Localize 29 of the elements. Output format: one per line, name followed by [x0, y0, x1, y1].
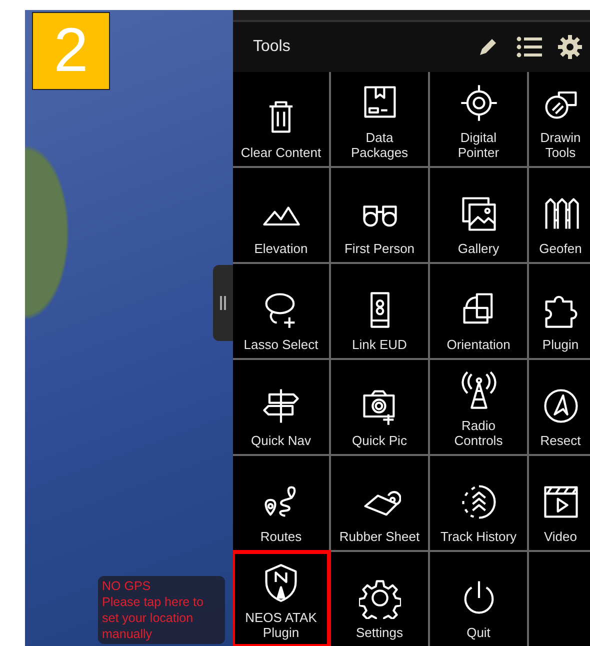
tool-tile[interactable]: Video	[529, 456, 590, 550]
tool-tile[interactable]: Track History	[430, 456, 527, 550]
tool-tile[interactable]: Quit	[430, 552, 527, 646]
tool-tile[interactable]: Orientation	[430, 264, 527, 358]
handle-grip-icon	[218, 296, 228, 310]
tool-tile[interactable]: Clear Content	[233, 72, 329, 166]
tool-tile[interactable]: Routes	[233, 456, 329, 550]
tool-tile[interactable]: Quick Pic	[331, 360, 428, 454]
tool-tile[interactable]: Elevation	[233, 168, 329, 262]
list-icon[interactable]	[516, 36, 542, 58]
settings-gear-icon	[358, 577, 400, 619]
tool-tile[interactable]: Drawin Tools	[529, 72, 590, 166]
tool-tile[interactable]: Lasso Select	[233, 264, 329, 358]
tool-tile[interactable]: Data Packages	[331, 72, 428, 166]
tool-tile[interactable]: Geofen	[529, 168, 590, 262]
tool-tile[interactable]: NEOS ATAK Plugin	[233, 552, 329, 646]
tool-tile[interactable]: Link EUD	[331, 264, 428, 358]
tool-tile[interactable]: Gallery	[430, 168, 527, 262]
tool-tile[interactable]: Settings	[331, 552, 428, 646]
tool-tile[interactable]: Resect	[529, 360, 590, 454]
tool-tile[interactable]: Rubber Sheet	[331, 456, 428, 550]
drawer-handle[interactable]	[213, 265, 233, 341]
tool-tile[interactable]: Plugin	[529, 264, 590, 358]
tool-tile[interactable]: Radio Controls	[430, 360, 527, 454]
tool-tile[interactable]: Digital Pointer	[430, 72, 527, 166]
panel-title: Tools	[253, 37, 290, 57]
tool-tile[interactable]: First Person	[331, 168, 428, 262]
step-number: 2	[32, 12, 110, 90]
tool-tile[interactable]: Quick Nav	[233, 360, 329, 454]
